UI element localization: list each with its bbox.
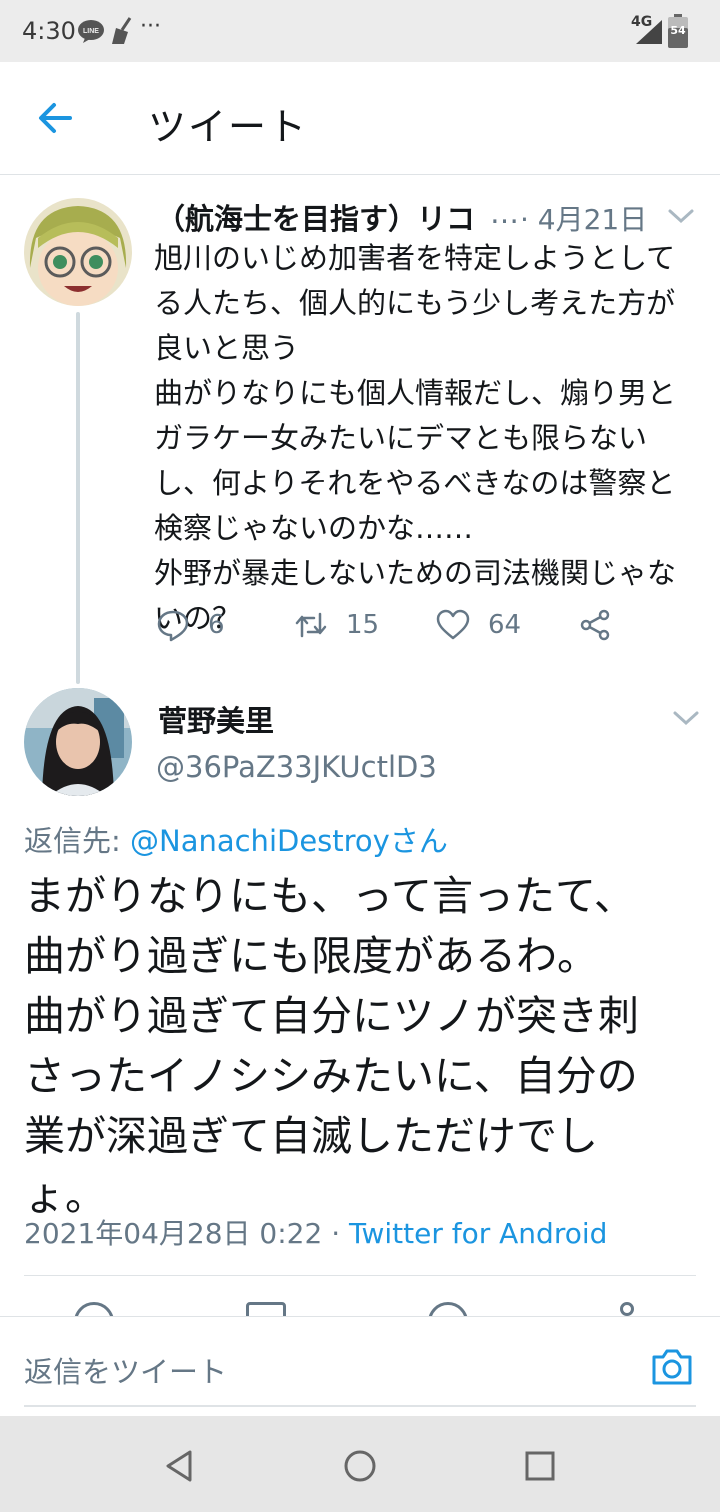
replying-to-line: 返信先: @NanachiDestroyさん	[24, 818, 448, 860]
parent-tweet-author-name[interactable]: （航海士を目指す）リコ	[156, 196, 475, 238]
retweet-icon	[295, 612, 327, 638]
square-recents-icon[interactable]	[520, 1446, 560, 1486]
reply-tweet-line: さったイノシシみたいに、自分の	[24, 1052, 638, 1100]
parent-tweet-line: 良いと思う	[154, 331, 300, 365]
reply-button[interactable]: 6	[156, 600, 225, 650]
camera-icon[interactable]	[650, 1347, 694, 1387]
comment-icon	[157, 610, 189, 642]
like-button[interactable]: 64	[436, 600, 521, 650]
reply-tweet-line: 業が深過ぎて自滅しただけでし	[24, 1112, 598, 1160]
tweet-detail-screen: 4:30 LINE ··· 4G 54 ツイート （航海士を目指す）リコ … ·…	[0, 0, 720, 1512]
status-time: 4:30	[22, 17, 76, 45]
status-more-indicator: ···	[140, 14, 161, 39]
reply-tweet-line: まがりなりにも、って言ったて、	[24, 872, 635, 920]
reply-tweet-text: まがりなりにも、って言ったて、 曲がり過ぎにも限度があるわ。 曲がり過ぎて自分に…	[24, 866, 704, 1226]
retweet-icon[interactable]	[246, 1302, 286, 1316]
reply-composer[interactable]: 返信をツイート	[0, 1316, 720, 1417]
tweet-client-link[interactable]: Twitter for Android	[349, 1217, 607, 1250]
name-truncation: …	[490, 196, 519, 230]
reply-author-name[interactable]: 菅野美里	[158, 698, 274, 740]
parent-tweet-text: 旭川のいじめ加害者を特定しようとして る人たち、個人的にもう少し考えた方が 良い…	[154, 236, 704, 641]
app-header: ツイート	[0, 62, 720, 175]
parent-tweet-line: 曲がりなりにも個人情報だし、煽り男と	[154, 376, 677, 410]
reply-input-placeholder[interactable]: 返信をツイート	[24, 1349, 227, 1391]
tweet-timestamp: 2021年04月28日 0:22 ·	[24, 1217, 349, 1250]
line-app-icon: LINE	[78, 20, 104, 43]
replying-to-mention-link[interactable]: @NanachiDestroyさん	[130, 824, 448, 858]
line-app-label: LINE	[83, 28, 99, 35]
chevron-down-icon[interactable]	[672, 708, 700, 728]
parent-tweet-line: る人たち、個人的にもう少し考えた方が	[154, 286, 676, 320]
profile-photo	[24, 688, 132, 796]
reply-actions-partial	[0, 1300, 720, 1316]
battery-level: 54	[670, 24, 686, 37]
anime-avatar-image	[24, 198, 132, 306]
avatar[interactable]	[24, 198, 132, 306]
arrow-left-icon[interactable]	[36, 98, 76, 138]
avatar[interactable]	[24, 688, 132, 796]
parent-tweet-line: 外野が暴走しないための司法機関じゃな	[154, 556, 677, 590]
share-button[interactable]	[578, 600, 612, 650]
parent-tweet-line: ガラケー女みたいにデマとも限らない	[154, 421, 648, 455]
signal-icon	[636, 20, 662, 44]
retweet-button[interactable]: 15	[294, 600, 379, 650]
reply-author-handle[interactable]: @36PaZ33JKUctlD3	[156, 750, 437, 784]
like-count: 64	[488, 610, 522, 640]
status-bar: 4:30 LINE ··· 4G 54	[0, 0, 720, 62]
parent-tweet-line: し、何よりそれをやるべきなのは警察と	[154, 466, 676, 500]
replying-to-prefix: 返信先:	[24, 824, 130, 858]
heart-icon	[436, 609, 470, 640]
reply-count: 6	[208, 610, 225, 640]
divider	[24, 1275, 696, 1276]
comment-icon[interactable]	[74, 1302, 114, 1316]
circle-home-icon[interactable]	[340, 1446, 380, 1486]
chevron-down-icon[interactable]	[667, 206, 695, 226]
page-title: ツイート	[148, 105, 309, 149]
share-icon[interactable]	[620, 1302, 634, 1316]
reply-tweet-line: 曲がり過ぎて自分にツノが突き刺	[24, 992, 639, 1040]
broom-icon	[112, 17, 132, 44]
system-nav-bar	[0, 1416, 720, 1512]
reply-tweet-line: 曲がり過ぎにも限度があるわ。	[24, 932, 598, 980]
retweet-count: 15	[346, 610, 380, 640]
parent-tweet-actions: 6 15 64	[0, 600, 720, 650]
tweet-metadata: 2021年04月28日 0:22 · Twitter for Android	[24, 1212, 607, 1252]
parent-tweet-line: 旭川のいじめ加害者を特定しようとして	[154, 241, 676, 275]
parent-tweet-date: · 4月21日	[520, 203, 648, 236]
composer-underline	[24, 1405, 696, 1407]
parent-tweet-line: 検察じゃないのかな……	[154, 511, 474, 545]
heart-icon[interactable]	[428, 1302, 468, 1316]
triangle-back-icon[interactable]	[160, 1446, 200, 1486]
share-icon	[580, 609, 610, 641]
